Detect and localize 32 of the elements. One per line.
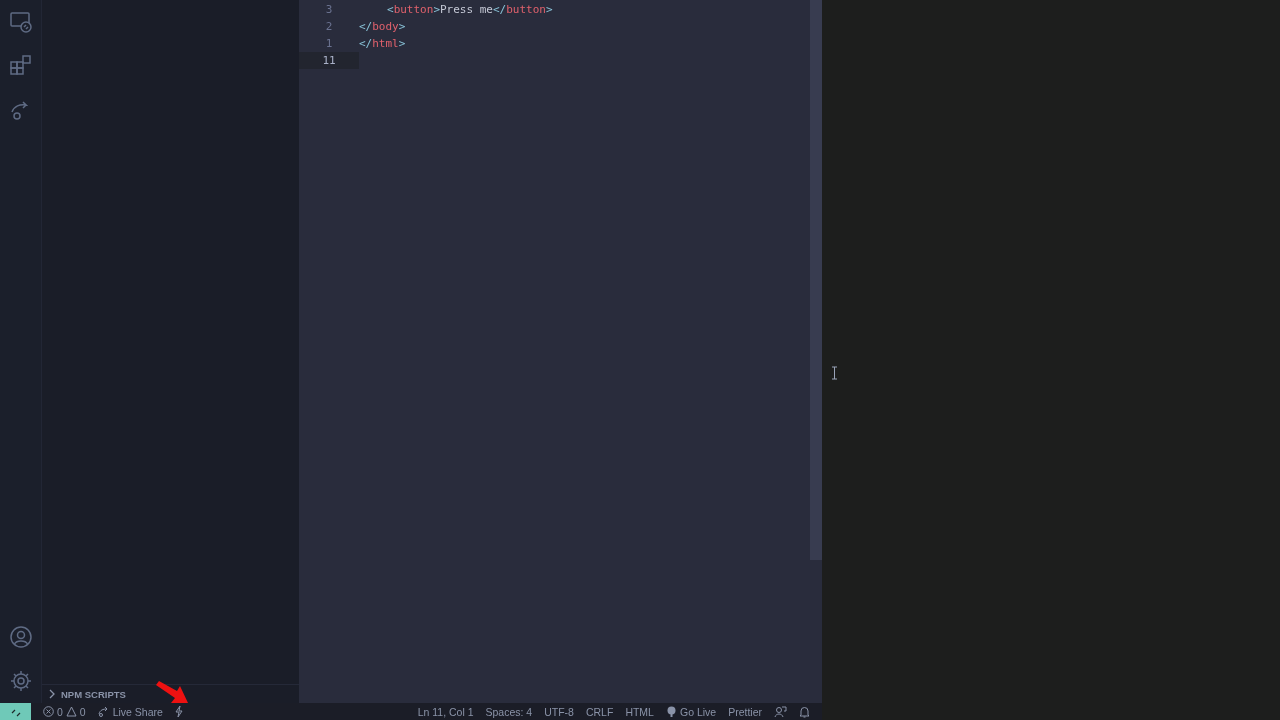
settings-icon[interactable]	[8, 669, 33, 693]
broadcast-icon	[665, 706, 677, 717]
text-cursor-icon	[831, 366, 838, 380]
status-item[interactable]: CRLF	[585, 705, 614, 718]
warning-icon	[65, 706, 77, 717]
account-icon[interactable]	[8, 625, 33, 649]
live-share-status[interactable]: Live Share	[112, 705, 163, 718]
chevron-icon	[48, 689, 56, 699]
live-share-icon	[97, 706, 110, 717]
code-line: </html>	[359, 37, 406, 50]
scrollbar[interactable]	[810, 0, 822, 560]
remote-button[interactable]	[0, 703, 31, 720]
feedback-icon[interactable]	[774, 705, 787, 718]
bell-icon[interactable]	[799, 705, 810, 718]
error-icon	[43, 706, 54, 717]
lightning-icon[interactable]	[174, 706, 183, 717]
error-count[interactable]: 0	[57, 705, 63, 718]
status-item[interactable]: Spaces: 4	[485, 705, 533, 718]
status-item[interactable]: Ln 11, Col 1	[417, 705, 474, 718]
line-number: 2	[324, 20, 334, 33]
extensions-icon[interactable]	[8, 54, 33, 78]
remote-explorer-icon[interactable]	[8, 10, 33, 34]
status-item[interactable]: HTML	[625, 705, 654, 718]
line-number: 3	[324, 3, 334, 16]
status-item[interactable]: UTF-8	[544, 705, 574, 718]
warning-count[interactable]: 0	[79, 705, 86, 718]
prettier-status[interactable]: Prettier	[728, 705, 762, 718]
code-line: <button>Press me</button>	[386, 3, 553, 16]
annotation-arrow	[154, 681, 190, 705]
code-line: </body>	[359, 20, 406, 33]
go-live-button[interactable]: Go Live	[679, 705, 717, 718]
line-number: 1	[324, 37, 334, 50]
